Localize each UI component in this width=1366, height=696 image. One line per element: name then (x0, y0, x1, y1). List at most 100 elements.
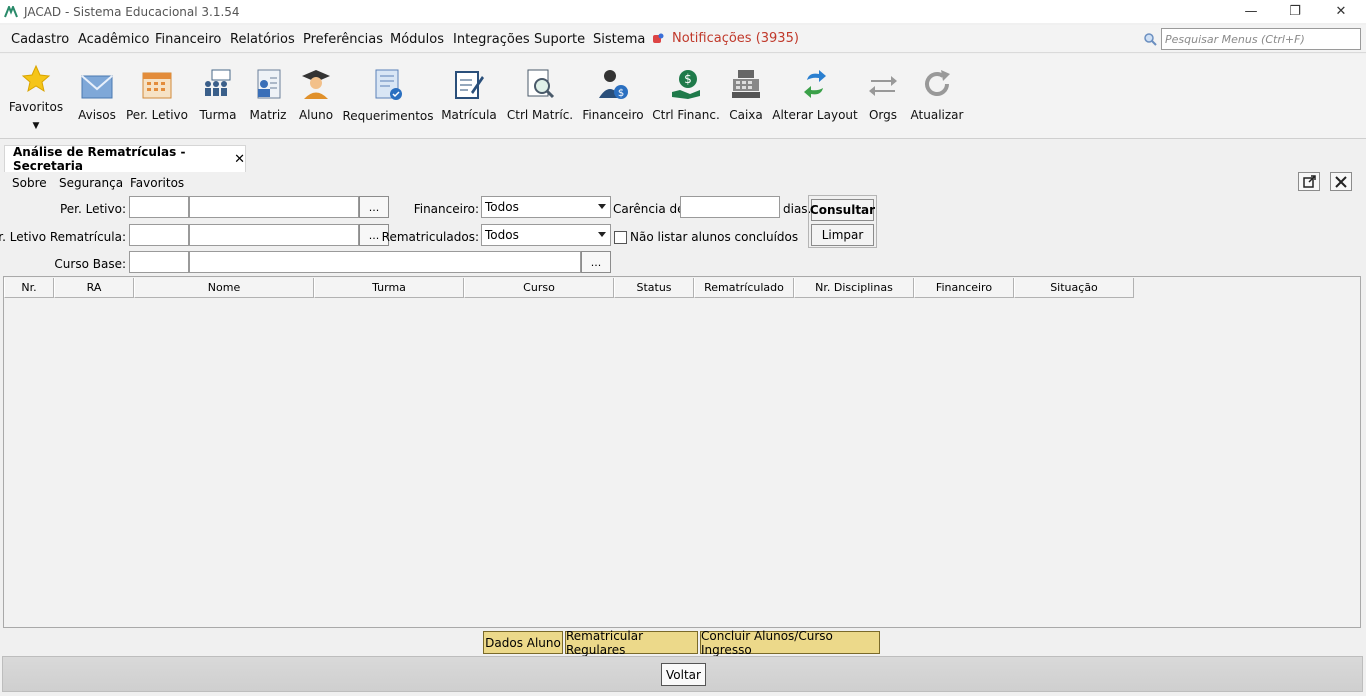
toolbar-requerimentos[interactable]: Requerimentos (342, 54, 434, 138)
limpar-button[interactable]: Limpar (811, 224, 874, 246)
toolbar-label: Avisos (78, 108, 116, 122)
toolbar-label: Orgs (868, 108, 898, 122)
financeiro-select[interactable]: Todos (481, 196, 611, 218)
per-letivo-lookup-button[interactable]: ... (359, 196, 389, 218)
toolbar-ctrl-financ[interactable]: $ Ctrl Financ. (652, 54, 720, 138)
toolbar-orgs[interactable]: Orgs (864, 54, 902, 138)
column-header-ra[interactable]: RA (54, 278, 134, 298)
nao-listar-label: Não listar alunos concluídos (630, 230, 799, 244)
external-window-icon (1302, 175, 1316, 188)
toolbar-label: Caixa (729, 108, 763, 122)
column-header-financeiro[interactable]: Financeiro (914, 278, 1014, 298)
toolbar-label: Ctrl Financ. (652, 108, 720, 122)
column-header-curso[interactable]: Curso (464, 278, 614, 298)
graduate-icon (302, 70, 330, 99)
per-letivo-rematricula-code-field[interactable] (129, 224, 189, 246)
toolbar-label: Alterar Layout (772, 108, 858, 122)
menu-cadastro[interactable]: Cadastro (11, 32, 69, 47)
submenu-favoritos[interactable]: Favoritos (130, 176, 184, 190)
document-search-icon (527, 69, 555, 99)
envelope-icon (81, 75, 113, 99)
toolbar-alterar-layout[interactable]: Alterar Layout (772, 54, 858, 138)
menu-academico[interactable]: Acadêmico (78, 32, 149, 47)
menu-relatorios[interactable]: Relatórios (230, 32, 295, 47)
menu-preferencias[interactable]: Preferências (303, 32, 383, 47)
favoritos-button[interactable]: Favoritos ▼ (8, 54, 64, 138)
tab-analise-rematriculas[interactable]: Análise de Rematrículas - Secretaria ✕ (4, 145, 246, 173)
toolbar-per-letivo[interactable]: Per. Letivo (126, 54, 188, 138)
per-letivo-label: Per. Letivo: (59, 202, 126, 216)
column-header-status[interactable]: Status (614, 278, 694, 298)
screen-submenu: Sobre Segurança Favoritos (0, 172, 1366, 194)
column-header-rematriculado[interactable]: Rematrículado (694, 278, 794, 298)
menu-suporte[interactable]: Suporte (534, 32, 585, 47)
per-letivo-desc-field[interactable] (189, 196, 359, 218)
window-title: JACAD - Sistema Educacional 3.1.54 (24, 4, 240, 19)
notification-icon (653, 33, 664, 43)
cash-register-icon (732, 70, 760, 98)
close-window-button[interactable]: ✕ (1318, 0, 1364, 23)
carencia-label: Carência de: (613, 202, 689, 216)
column-header-nr-disciplinas[interactable]: Nr. Disciplinas (794, 278, 914, 298)
menu-integracoes[interactable]: Integrações (453, 32, 530, 47)
toolbar-label: Aluno (298, 108, 334, 122)
calendar-icon (142, 72, 172, 99)
curso-base-desc-field[interactable] (189, 251, 581, 273)
favoritos-label: Favoritos (8, 100, 64, 114)
dropdown-arrow-icon (598, 232, 606, 237)
toolbar-aluno[interactable]: Aluno (296, 54, 336, 138)
per-letivo-rematricula-desc-field[interactable] (189, 224, 359, 246)
restore-button[interactable]: ❐ (1272, 0, 1318, 23)
column-header-situacao[interactable]: Situação (1014, 278, 1134, 298)
column-header-turma[interactable]: Turma (314, 278, 464, 298)
action-button-group: Consultar Limpar (808, 195, 877, 248)
star-icon (21, 64, 51, 93)
chevron-down-icon: ▼ (32, 121, 40, 131)
curso-base-code-field[interactable] (129, 251, 189, 273)
menu-sistema[interactable]: Sistema (593, 32, 645, 47)
results-table[interactable]: Nr. RA Nome Turma Curso Status Rematrícu… (3, 276, 1361, 628)
toolbar-label: Turma (199, 108, 237, 122)
toolbar-caixa[interactable]: Caixa (726, 54, 766, 138)
detach-window-button[interactable] (1298, 172, 1320, 191)
submenu-seguranca[interactable]: Segurança (59, 176, 123, 190)
submenu-sobre[interactable]: Sobre (12, 176, 47, 190)
toolbar-matricula[interactable]: Matrícula (440, 54, 498, 138)
nao-listar-checkbox[interactable] (614, 231, 627, 244)
toolbar-avisos[interactable]: Avisos (74, 54, 120, 138)
close-screen-button[interactable] (1330, 172, 1352, 191)
toolbar-label: Matrícula (441, 108, 497, 122)
column-header-nr[interactable]: Nr. (4, 278, 54, 298)
curso-base-lookup-button[interactable]: ... (581, 251, 611, 273)
menu-search (1143, 28, 1361, 50)
tab-close-icon[interactable]: ✕ (234, 152, 245, 167)
svg-text:$: $ (684, 72, 692, 86)
toolbar-atualizar[interactable]: Atualizar (911, 54, 963, 138)
menu-financeiro[interactable]: Financeiro (155, 32, 221, 47)
request-form-icon (375, 69, 402, 100)
per-letivo-code-field[interactable] (129, 196, 189, 218)
consultar-button[interactable]: Consultar (810, 199, 875, 221)
column-header-nome[interactable]: Nome (134, 278, 314, 298)
toolbar-ctrl-matric[interactable]: Ctrl Matríc. (506, 54, 574, 138)
rematriculados-label: Rematriculados: (381, 230, 479, 244)
rematriculados-select[interactable]: Todos (481, 224, 611, 246)
dados-aluno-button[interactable]: Dados Aluno (483, 631, 563, 654)
toolbar-financeiro[interactable]: $ Financeiro (582, 54, 644, 138)
rematriculados-value: Todos (485, 228, 519, 242)
rematricular-regulares-button[interactable]: Rematricular Regulares (565, 629, 698, 657)
voltar-button[interactable]: Voltar (661, 663, 706, 686)
carencia-field[interactable] (680, 196, 780, 218)
search-menus-input[interactable] (1161, 28, 1361, 50)
minimize-button[interactable]: — (1228, 0, 1274, 23)
notifications-link[interactable]: Notificações (3935) (652, 31, 799, 46)
tab-label: Análise de Rematrículas - Secretaria (13, 145, 186, 173)
menu-modulos[interactable]: Módulos (390, 32, 444, 47)
concluir-alunos-button[interactable]: Concluir Alunos/Curso Ingresso (700, 629, 880, 657)
toolbar-label: Financeiro (582, 108, 644, 122)
toolbar-turma[interactable]: Turma (198, 54, 238, 138)
toolbar-matriz[interactable]: Matriz (248, 54, 288, 138)
curso-base-label: Curso Base: (54, 257, 126, 271)
transfer-arrows-icon (869, 76, 897, 96)
edit-document-icon (455, 71, 484, 99)
